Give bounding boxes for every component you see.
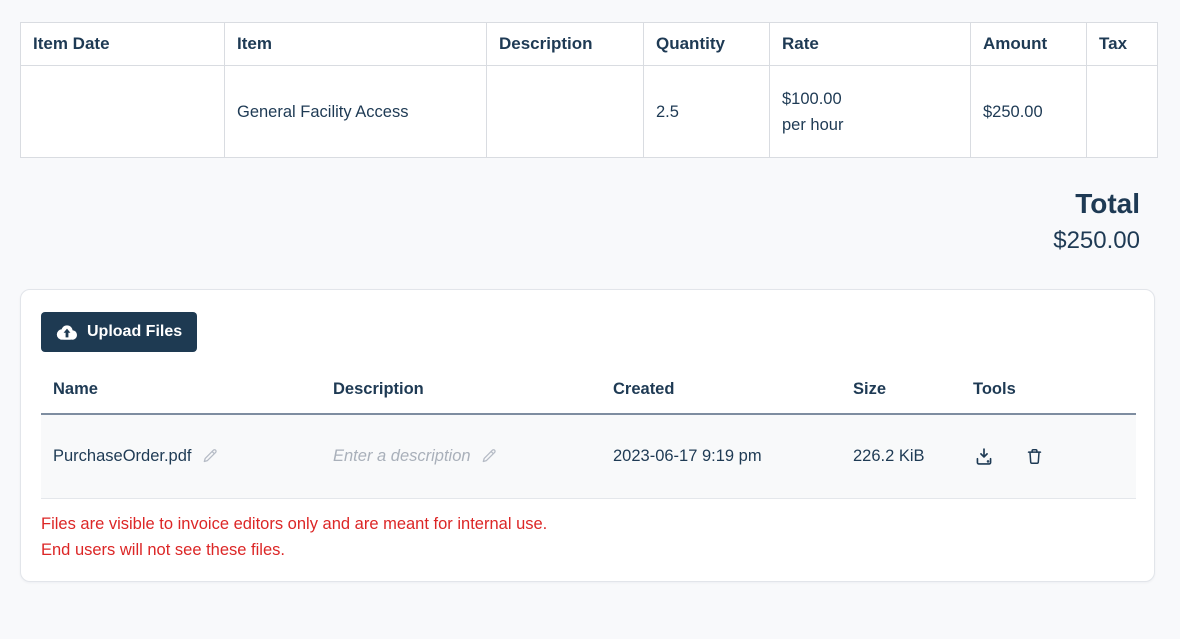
item-amount-cell: $250.00: [971, 66, 1087, 158]
item-quantity-cell: 2.5: [644, 66, 770, 158]
item-date-cell: [21, 66, 225, 158]
column-header-item: Item: [225, 23, 487, 66]
files-table: Name Description Created Size Tools Purc…: [41, 372, 1136, 499]
invoice-items-table: Item Date Item Description Quantity Rate…: [20, 22, 1158, 158]
warning-line-2: End users will not see these files.: [41, 537, 1136, 563]
edit-description-button[interactable]: [481, 448, 497, 464]
column-header-tools: Tools: [961, 372, 1136, 414]
column-header-name: Name: [41, 372, 321, 414]
download-file-button[interactable]: [973, 446, 995, 467]
file-description-cell[interactable]: Enter a description: [321, 414, 601, 498]
upload-files-button[interactable]: Upload Files: [41, 312, 197, 352]
column-header-quantity: Quantity: [644, 23, 770, 66]
column-header-amount: Amount: [971, 23, 1087, 66]
file-row: PurchaseOrder.pdf En: [41, 414, 1136, 498]
item-description-cell: [487, 66, 644, 158]
column-header-file-description: Description: [321, 372, 601, 414]
item-name-cell: General Facility Access: [225, 66, 487, 158]
column-header-rate: Rate: [770, 23, 971, 66]
file-size-cell: 226.2 KiB: [841, 414, 961, 498]
column-header-item-date: Item Date: [21, 23, 225, 66]
delete-file-button[interactable]: [1025, 446, 1044, 467]
column-header-tax: Tax: [1087, 23, 1158, 66]
total-value: $250.00: [0, 227, 1140, 255]
cloud-upload-icon: [56, 324, 78, 341]
pencil-icon: [481, 448, 497, 464]
column-header-created: Created: [601, 372, 841, 414]
files-visibility-warning: Files are visible to invoice editors onl…: [41, 511, 1136, 563]
rate-unit: per hour: [782, 112, 958, 138]
edit-name-button[interactable]: [202, 448, 218, 464]
warning-line-1: Files are visible to invoice editors onl…: [41, 511, 1136, 537]
total-label: Total: [0, 188, 1140, 220]
file-name: PurchaseOrder.pdf: [53, 447, 192, 466]
files-panel: Upload Files Name Description Created Si…: [20, 289, 1155, 582]
invoice-total-block: Total $250.00: [0, 188, 1140, 255]
column-header-description: Description: [487, 23, 644, 66]
file-created-cell: 2023-06-17 9:19 pm: [601, 414, 841, 498]
file-tools-cell: [961, 414, 1136, 498]
files-header-row: Name Description Created Size Tools: [41, 372, 1136, 414]
file-description-placeholder: Enter a description: [333, 447, 471, 466]
upload-files-button-label: Upload Files: [87, 323, 182, 341]
file-name-cell: PurchaseOrder.pdf: [41, 414, 321, 498]
download-icon: [973, 446, 995, 467]
column-header-size: Size: [841, 372, 961, 414]
item-tax-cell: [1087, 66, 1158, 158]
item-rate-cell: $100.00 per hour: [770, 66, 971, 158]
invoice-item-row: General Facility Access 2.5 $100.00 per …: [21, 66, 1158, 158]
pencil-icon: [202, 448, 218, 464]
invoice-header-row: Item Date Item Description Quantity Rate…: [21, 23, 1158, 66]
trash-icon: [1025, 446, 1044, 467]
rate-amount: $100.00: [782, 86, 958, 112]
